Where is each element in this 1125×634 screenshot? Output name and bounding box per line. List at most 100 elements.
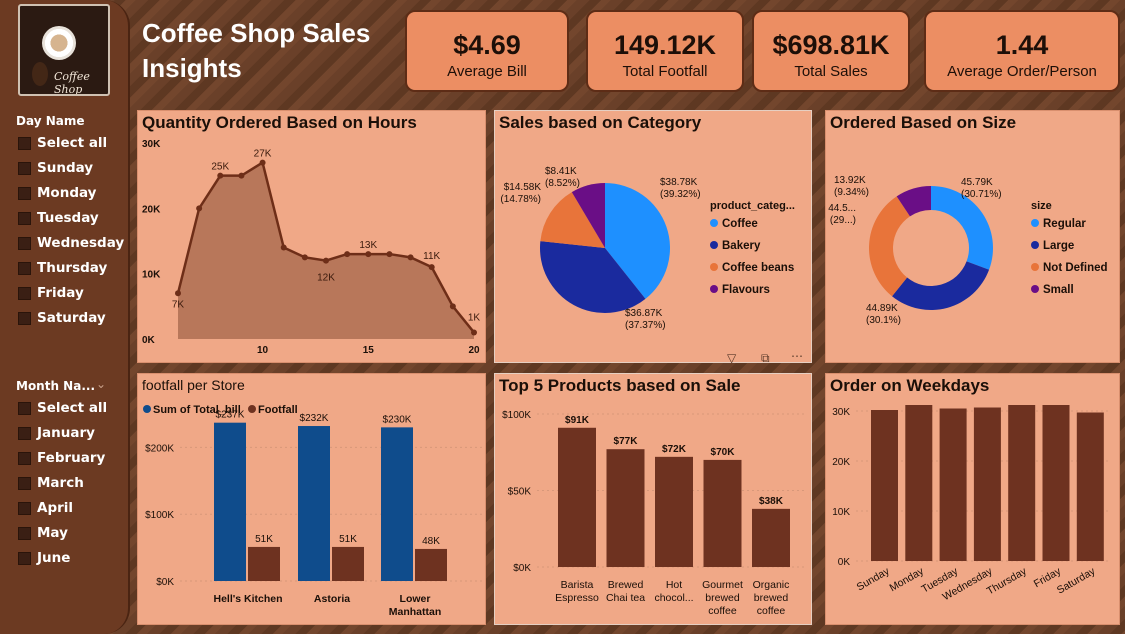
data-point: [407, 254, 414, 261]
weekdays-bar-chart: 0K10K20K30KSundayMondayTuesdayWednesdayT…: [832, 405, 1111, 603]
checkbox[interactable]: [18, 476, 31, 490]
day-option-select-all[interactable]: Select all: [18, 135, 107, 151]
x-category-label: Chai tea: [606, 592, 645, 604]
checkbox[interactable]: [18, 401, 31, 415]
checkbox[interactable]: [18, 261, 31, 275]
weekdays-chart-panel[interactable]: Order on Weekdays 0K 10K 20K 30K Sunday Monda…: [825, 373, 1120, 625]
kpi-value: $4.69: [453, 30, 521, 60]
month-option-june[interactable]: June: [18, 550, 70, 566]
coffee-cup-icon: [42, 26, 76, 60]
bar: [752, 508, 790, 567]
checkbox[interactable]: [18, 186, 31, 200]
day-option-sunday[interactable]: Sunday: [18, 160, 93, 176]
bar: [871, 410, 898, 561]
data-label: 48K: [422, 536, 440, 547]
month-option-select-all[interactable]: Select all: [18, 400, 107, 416]
day-option-thursday[interactable]: Thursday: [18, 260, 107, 276]
checkbox[interactable]: [18, 236, 31, 250]
x-category-label: Espresso: [555, 592, 599, 604]
data-point: [365, 251, 372, 258]
legend-marker: [248, 405, 256, 413]
month-option-may[interactable]: May: [18, 525, 68, 541]
checkbox[interactable]: [18, 161, 31, 175]
day-option-monday[interactable]: Monday: [18, 185, 96, 201]
month-option-march[interactable]: March: [18, 475, 84, 491]
slicer-option-label: April: [37, 500, 74, 516]
x-category-label: Barista: [561, 579, 594, 591]
store-chart-panel[interactable]: footfall per Store Sum of Total_bill Foot…: [137, 373, 486, 625]
bar: [415, 548, 447, 581]
checkbox[interactable]: [18, 136, 31, 150]
checkbox[interactable]: [18, 501, 31, 515]
checkbox[interactable]: [18, 211, 31, 225]
kpi-label: Average Order/Person: [947, 63, 1097, 80]
data-label: 1K: [468, 312, 481, 323]
slicer-option-label: Thursday: [37, 260, 108, 276]
month-option-february[interactable]: February: [18, 450, 105, 466]
bar: [1076, 412, 1104, 561]
day-slicer-title: Day Name: [16, 114, 85, 128]
slice-value-label: 44.89K: [866, 303, 898, 314]
top-products-bar-chart: $0K $50K $100K $91K BaristaEspresso $77K Brewe…: [502, 410, 807, 617]
legend-title: size: [1031, 200, 1052, 212]
y-tick-label: $100K: [145, 510, 174, 521]
chevron-down-icon[interactable]: ⌄: [96, 377, 106, 391]
slicer-option-label: Saturday: [37, 310, 106, 326]
size-donut-chart: 45.79K(30.71%) 44.89K(30.1%) 44.5...(29...…: [828, 175, 1107, 326]
x-category-label: Astoria: [314, 593, 350, 605]
kpi-label: Total Footfall: [622, 63, 708, 80]
x-category-label: Manhattan: [389, 606, 442, 618]
bar: [973, 407, 1001, 561]
day-option-friday[interactable]: Friday: [18, 285, 84, 301]
more-options-icon[interactable]: ⋯: [791, 349, 803, 363]
slice-value-label: 45.79K: [961, 177, 993, 188]
data-point: [449, 303, 456, 310]
bar: [248, 546, 280, 581]
data-point: [196, 205, 203, 212]
checkbox[interactable]: [18, 451, 31, 465]
checkbox[interactable]: [18, 286, 31, 300]
day-option-saturday[interactable]: Saturday: [18, 310, 106, 326]
day-option-tuesday[interactable]: Tuesday: [18, 210, 99, 226]
y-tick-label: 10K: [832, 507, 850, 518]
y-tick-label: $0K: [513, 563, 531, 574]
checkbox[interactable]: [18, 311, 31, 325]
y-tick-label: 0K: [142, 335, 156, 346]
checkbox[interactable]: [18, 526, 31, 540]
filter-icon[interactable]: ▽: [727, 351, 736, 365]
legend-marker: [710, 219, 718, 227]
coffee-shop-logo: Coffee Shop: [18, 4, 110, 96]
legend-marker: [143, 405, 151, 413]
bar: [1008, 405, 1036, 561]
size-chart-panel[interactable]: Ordered Based on Size 45.79K (30.71%) 44.8…: [825, 110, 1120, 363]
kpi-average-order-per-person: 1.44 Average Order/Person: [924, 10, 1120, 92]
top-products-panel[interactable]: Top 5 Products based on Sale $0K $50K $100…: [494, 373, 812, 625]
data-label: 25K: [211, 162, 229, 173]
category-chart-panel[interactable]: Sales based on Category $38.78K (39.32%) $…: [494, 110, 812, 366]
bar: [655, 456, 693, 567]
checkbox[interactable]: [18, 551, 31, 565]
kpi-label: Total Sales: [794, 63, 868, 80]
focus-mode-icon[interactable]: ⧉: [761, 351, 770, 366]
month-option-april[interactable]: April: [18, 500, 73, 516]
slicer-option-label: Select all: [37, 400, 108, 416]
page-title: Coffee Shop Sales Insights: [142, 18, 371, 83]
x-category-label: Monday: [887, 565, 926, 594]
slice-percent-label: (9.34%): [834, 187, 869, 198]
legend-marker: [1031, 285, 1039, 293]
legend-item: Large: [1043, 240, 1074, 252]
kpi-average-bill: $4.69 Average Bill: [405, 10, 569, 92]
data-label: 7K: [172, 299, 185, 310]
x-category-label: Hot: [666, 579, 682, 591]
sidebar: Coffee Shop Day Name Select all Sunday Mon…: [0, 0, 130, 634]
month-option-january[interactable]: January: [18, 425, 95, 441]
slice-value-label: 13.92K: [834, 175, 866, 186]
pie-slice: [892, 261, 990, 310]
y-tick-label: $100K: [502, 410, 531, 421]
slicer-option-label: Wednesday: [37, 235, 125, 251]
legend-item: Regular: [1043, 218, 1086, 230]
hours-chart-panel[interactable]: Quantity Ordered Based on Hours 0K 10K 20K…: [137, 110, 486, 363]
checkbox[interactable]: [18, 426, 31, 440]
day-option-wednesday[interactable]: Wednesday: [18, 235, 124, 251]
bar: [703, 459, 742, 567]
